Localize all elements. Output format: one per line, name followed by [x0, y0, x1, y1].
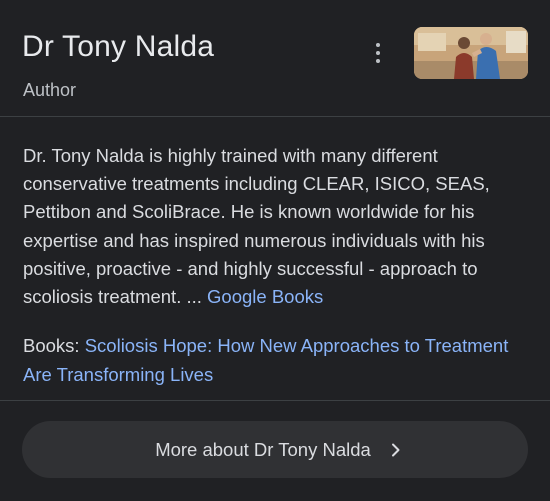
- panel-header: Dr Tony Nalda Author: [0, 0, 550, 117]
- books-label: Books:: [23, 335, 80, 356]
- book-title-link[interactable]: Scoliosis Hope: How New Approaches to Tr…: [23, 335, 508, 385]
- entity-thumbnail[interactable]: [414, 27, 528, 79]
- menu-dot: [376, 51, 380, 55]
- google-books-link[interactable]: Google Books: [207, 286, 323, 307]
- section-divider: [0, 400, 550, 401]
- menu-dot: [376, 43, 380, 47]
- knowledge-panel: Dr Tony Nalda Author Dr. Tony Nalda is h…: [0, 0, 550, 501]
- more-vert-icon[interactable]: [366, 40, 390, 66]
- more-about-button[interactable]: More about Dr Tony Nalda: [22, 421, 528, 478]
- description-text: Dr. Tony Nalda is highly trained with ma…: [23, 145, 490, 308]
- books-row: Books: Scoliosis Hope: How New Approache…: [23, 332, 528, 389]
- more-about-label: More about Dr Tony Nalda: [155, 438, 371, 460]
- entity-description: Dr. Tony Nalda is highly trained with ma…: [23, 142, 528, 311]
- entity-subtitle: Author: [23, 80, 77, 100]
- chevron-right-icon: [389, 443, 403, 457]
- menu-dot: [376, 59, 380, 63]
- entity-title: Dr Tony Nalda: [22, 30, 215, 63]
- thumbnail-image: [414, 27, 528, 79]
